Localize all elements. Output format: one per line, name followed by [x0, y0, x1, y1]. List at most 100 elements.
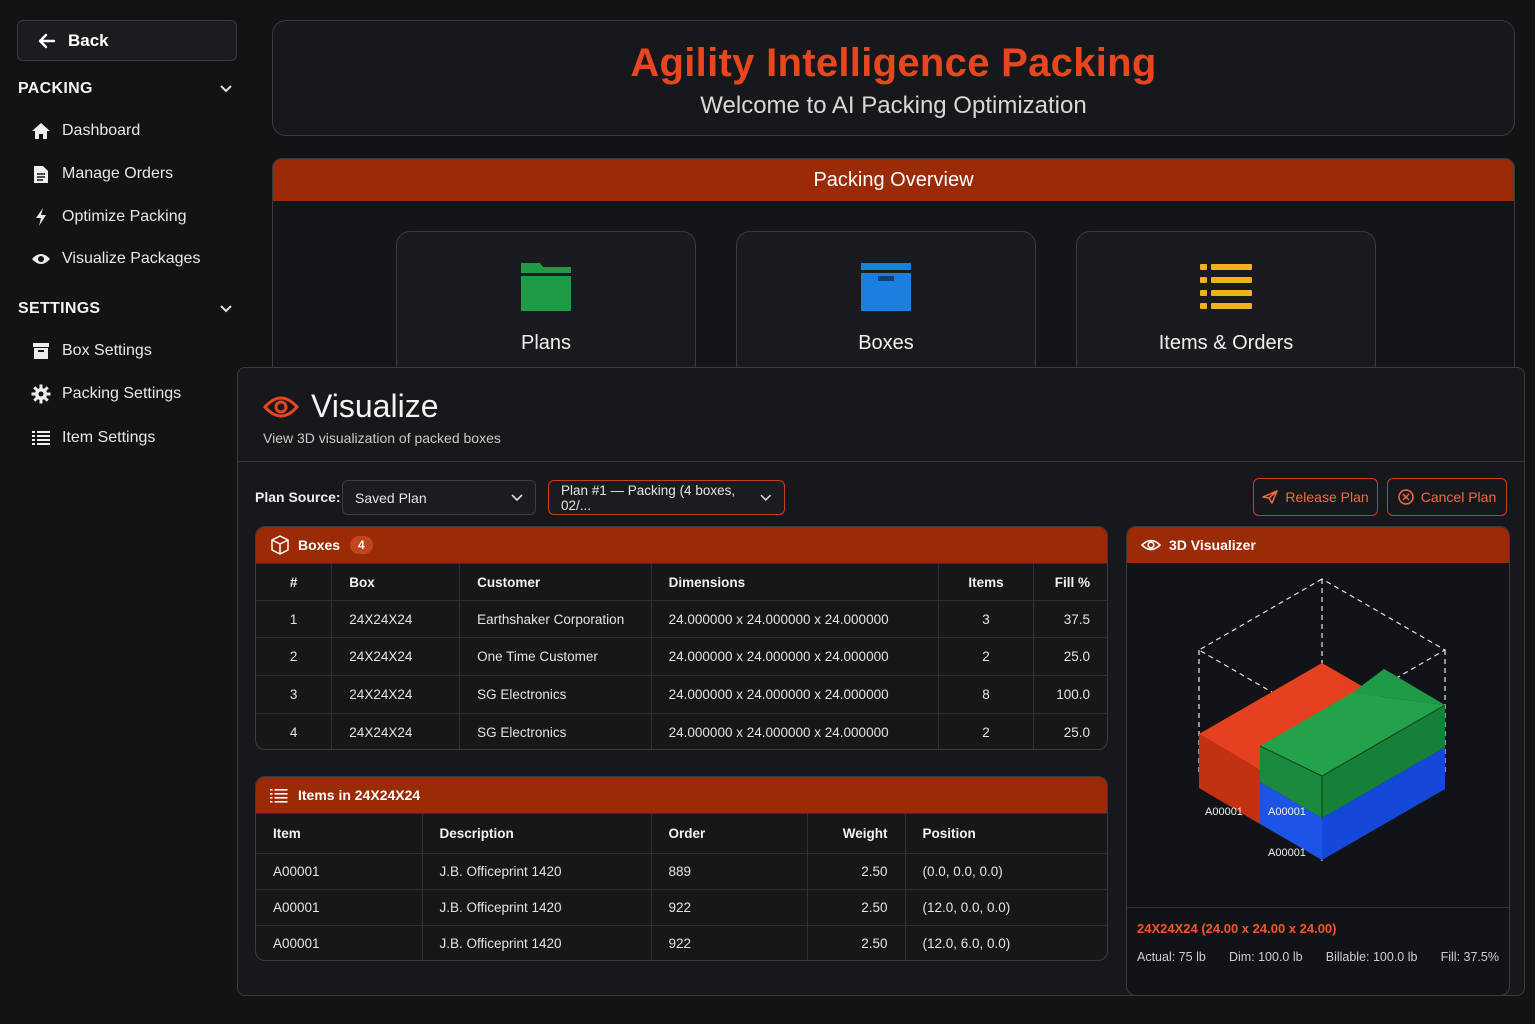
- table-row[interactable]: A00001 J.B. Officeprint 1420 922 2.50 (1…: [256, 889, 1107, 926]
- cancel-plan-label: Cancel Plan: [1420, 489, 1497, 505]
- settings-section-toggle[interactable]: SETTINGS: [18, 300, 233, 318]
- column-header[interactable]: Items: [937, 563, 1035, 601]
- list-icon: [270, 788, 288, 803]
- back-label: Back: [68, 30, 109, 50]
- table-cell: (12.0, 6.0, 0.0): [904, 925, 1107, 960]
- table-cell: 25.0: [1033, 713, 1107, 749]
- table-cell: A00001: [256, 853, 423, 890]
- plan-select[interactable]: Plan #1 — Packing (4 boxes, 02/...: [548, 480, 785, 515]
- eye-icon: [263, 396, 299, 417]
- sidebar-item-dashboard[interactable]: Dashboard: [30, 121, 140, 141]
- table-cell: 2: [256, 637, 333, 676]
- plan-source-select[interactable]: Saved Plan: [342, 480, 536, 515]
- table-cell: 2.50: [806, 853, 906, 890]
- settings-section-title: SETTINGS: [18, 300, 101, 317]
- table-cell: SG Electronics: [459, 675, 652, 714]
- app-header: Agility Intelligence Packing Welcome to …: [272, 20, 1515, 136]
- table-cell: SG Electronics: [459, 713, 652, 749]
- table-row[interactable]: 4 24X24X24 SG Electronics 24.000000 x 24…: [256, 713, 1107, 749]
- table-cell: 2: [937, 637, 1035, 676]
- table-cell: 24.000000 x 24.000000 x 24.000000: [650, 675, 939, 714]
- sidebar-item-packing-settings[interactable]: Packing Settings: [30, 384, 181, 404]
- column-header[interactable]: Item: [256, 813, 423, 854]
- column-header[interactable]: Fill %: [1033, 563, 1107, 601]
- table-cell: J.B. Officeprint 1420: [421, 889, 652, 926]
- release-plan-button[interactable]: Release Plan: [1253, 478, 1378, 516]
- table-row[interactable]: 1 24X24X24 Earthshaker Corporation 24.00…: [256, 600, 1107, 638]
- chevron-down-icon: [760, 494, 772, 501]
- chevron-down-icon: [220, 85, 232, 93]
- box-dimensions: 24X24X24 (24.00 x 24.00 x 24.00): [1137, 921, 1337, 936]
- billable-weight: Billable: 100.0 lb: [1325, 950, 1418, 964]
- archive-box-icon: [861, 263, 911, 311]
- sidebar-item-item-settings[interactable]: Item Settings: [30, 428, 155, 448]
- table-cell: 24X24X24: [331, 713, 461, 749]
- boxes-count-badge: 4: [350, 536, 373, 554]
- items-orders-card[interactable]: Items & Orders: [1076, 231, 1376, 387]
- boxes-card-label: Boxes: [858, 332, 914, 354]
- 3d-box-canvas[interactable]: A00001 A00001 A00001: [1127, 563, 1510, 907]
- column-header[interactable]: Position: [904, 813, 1107, 854]
- sidebar-item-label: Packing Settings: [62, 385, 182, 402]
- gear-icon: [30, 384, 52, 404]
- visualizer-footer: 24X24X24 (24.00 x 24.00 x 24.00) Actual:…: [1127, 907, 1509, 995]
- boxes-card[interactable]: Boxes: [736, 231, 1036, 387]
- item-label: A00001: [1268, 847, 1306, 859]
- sidebar-item-box-settings[interactable]: Box Settings: [30, 341, 152, 361]
- items-orders-card-label: Items & Orders: [1158, 332, 1294, 354]
- box-icon: [30, 341, 52, 361]
- visualizer-title: 3D Visualizer: [1169, 537, 1256, 553]
- back-button[interactable]: Back: [17, 20, 237, 61]
- table-cell: 24.000000 x 24.000000 x 24.000000: [650, 637, 939, 676]
- table-row[interactable]: 2 24X24X24 One Time Customer 24.000000 x…: [256, 637, 1107, 676]
- sidebar-item-label: Optimize Packing: [62, 208, 187, 225]
- cancel-plan-button[interactable]: Cancel Plan: [1387, 478, 1507, 516]
- table-cell: 889: [650, 853, 808, 890]
- overview-title: Packing Overview: [273, 159, 1514, 201]
- sidebar: Back PACKING Dashboard Manage Orders Opt…: [0, 0, 250, 1024]
- sidebar-item-label: Box Settings: [62, 342, 152, 359]
- visualize-title: Visualize: [311, 388, 439, 424]
- table-cell: 37.5: [1033, 600, 1107, 638]
- column-header[interactable]: Weight: [806, 813, 906, 854]
- document-icon: [30, 164, 52, 184]
- items-table: Item Description Order Weight Position A…: [256, 813, 1107, 960]
- table-cell: 922: [650, 925, 808, 960]
- arrow-left-icon: [38, 33, 56, 48]
- home-icon: [30, 121, 52, 141]
- table-cell: 4: [256, 713, 333, 749]
- table-cell: 2.50: [806, 925, 906, 960]
- sidebar-item-visualize-packages[interactable]: Visualize Packages: [30, 249, 200, 269]
- plan-source-label: Plan Source:: [255, 489, 341, 505]
- sidebar-item-label: Dashboard: [62, 122, 141, 139]
- column-header[interactable]: Box: [331, 563, 461, 601]
- chevron-down-icon: [220, 305, 232, 313]
- visualize-subtitle: View 3D visualization of packed boxes: [263, 430, 501, 446]
- table-cell: 2: [937, 713, 1035, 749]
- folder-icon: [521, 263, 571, 311]
- table-cell: (0.0, 0.0, 0.0): [904, 853, 1107, 890]
- sidebar-item-label: Item Settings: [62, 429, 156, 446]
- packing-section-toggle[interactable]: PACKING: [18, 80, 233, 98]
- list-icon: [30, 428, 52, 448]
- items-title: Items in 24X24X24: [298, 787, 421, 803]
- column-header[interactable]: Description: [421, 813, 652, 854]
- column-header[interactable]: Dimensions: [650, 563, 939, 601]
- 3d-visualizer-panel: 3D Visualizer A00001 A00001 A00001 24X24…: [1126, 526, 1510, 996]
- divider: [238, 461, 1524, 462]
- table-cell: Earthshaker Corporation: [459, 600, 652, 638]
- boxes-title: Boxes: [298, 537, 341, 553]
- plans-card-label: Plans: [520, 332, 572, 354]
- column-header[interactable]: Customer: [459, 563, 652, 601]
- packing-overview: Packing Overview Plans Boxes Items & Ord…: [272, 158, 1515, 388]
- sidebar-item-optimize-packing[interactable]: Optimize Packing: [30, 207, 187, 227]
- table-row[interactable]: A00001 J.B. Officeprint 1420 922 2.50 (1…: [256, 925, 1107, 960]
- table-cell: 24.000000 x 24.000000 x 24.000000: [650, 600, 939, 638]
- table-row[interactable]: 3 24X24X24 SG Electronics 24.000000 x 24…: [256, 675, 1107, 714]
- table-row[interactable]: A00001 J.B. Officeprint 1420 889 2.50 (0…: [256, 853, 1107, 890]
- column-header[interactable]: #: [256, 563, 333, 601]
- sidebar-item-manage-orders[interactable]: Manage Orders: [30, 164, 173, 184]
- plans-card[interactable]: Plans: [396, 231, 696, 387]
- column-header[interactable]: Order: [650, 813, 808, 854]
- send-icon: [1262, 490, 1279, 504]
